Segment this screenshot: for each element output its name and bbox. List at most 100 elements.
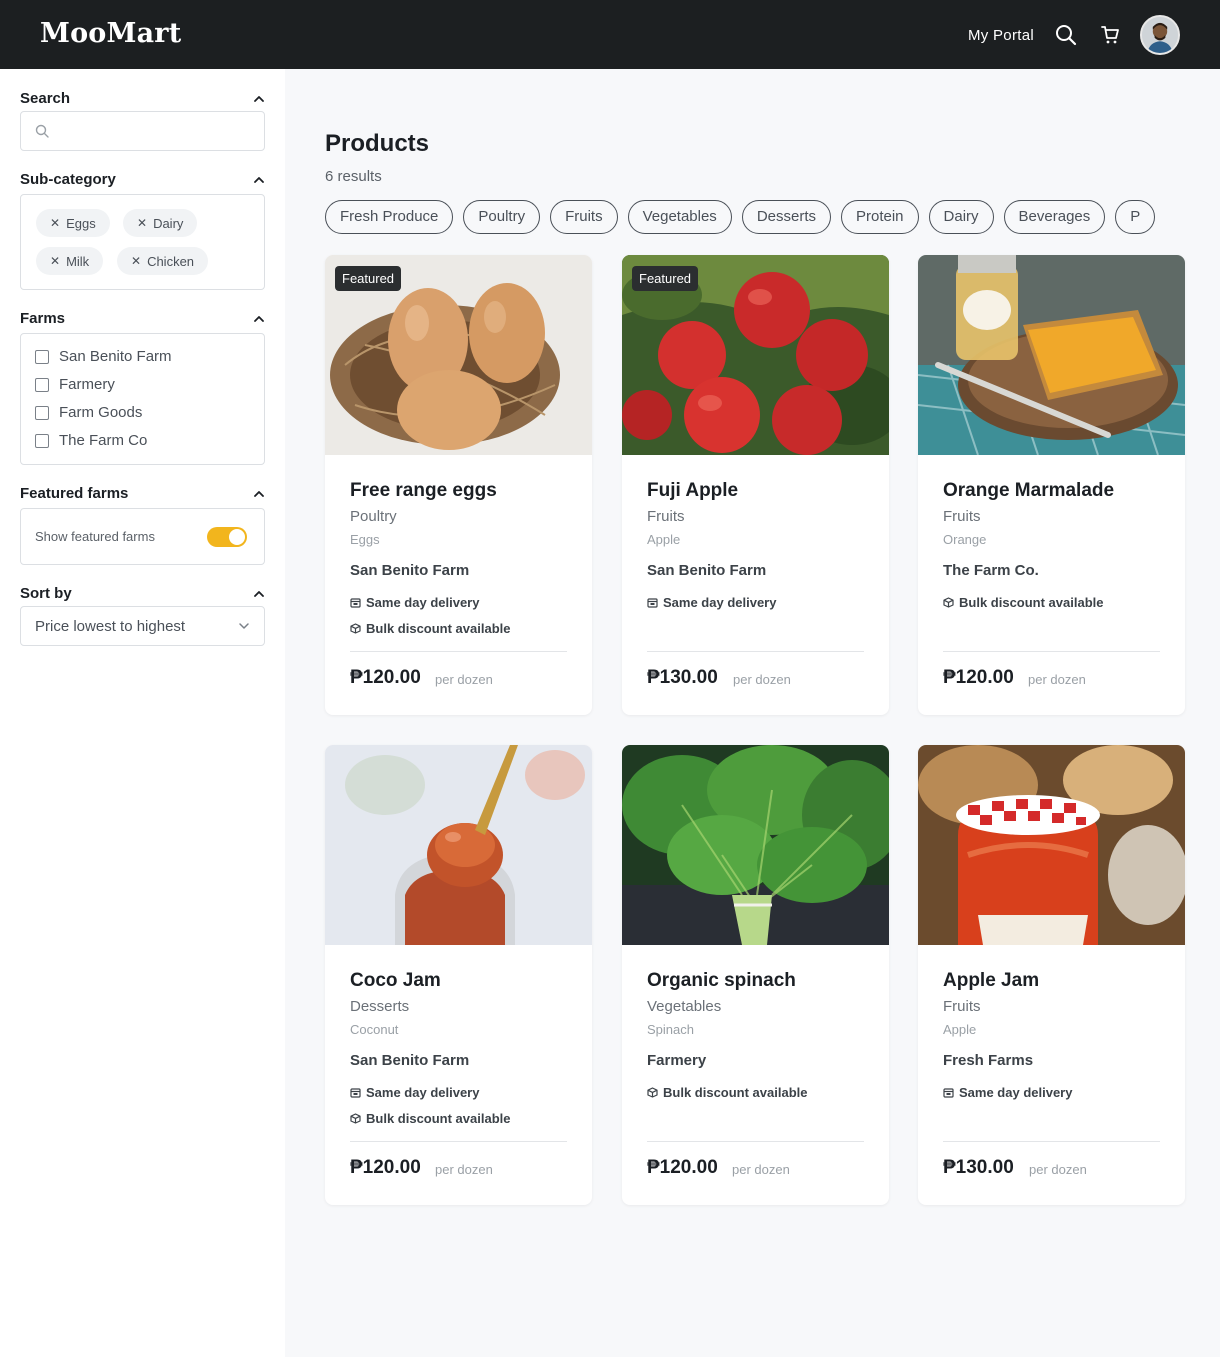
product-farm: Farmery [647,1052,707,1069]
pill-protein[interactable]: Protein [841,200,919,234]
farm-option-label: San Benito Farm [59,348,172,365]
product-name[interactable]: Apple Jam [943,970,1039,992]
divider [350,1141,567,1142]
product-image [622,745,889,945]
checkbox[interactable] [35,433,49,448]
sort-section-header[interactable]: Sort by [20,585,265,602]
search-section-title: Search [20,90,71,107]
feature-label: Bulk discount available [366,1111,511,1126]
product-price: ₱120.00 [350,667,421,688]
product-category: Poultry [350,508,397,525]
product-subcategory: Orange [943,532,987,547]
product-category: Desserts [350,998,410,1015]
product-price: ₱130.00 [943,1157,1014,1178]
pill-poultry[interactable]: Poultry [463,200,541,234]
chevron-up-icon[interactable] [253,93,265,105]
farms-section-title: Farms [20,310,66,327]
farm-option-san-benito[interactable]: San Benito Farm [35,348,172,365]
chevron-up-icon[interactable] [253,313,265,325]
checkbox[interactable] [35,349,49,364]
logo[interactable]: MooMart [40,18,181,49]
remove-icon[interactable]: ✕ [50,254,60,268]
product-subcategory: Eggs [350,532,380,547]
product-card[interactable]: Featured Free range eggs Poultry Eggs Sa… [325,255,592,715]
header-actions: My Portal [968,14,1180,56]
search-field[interactable] [20,111,265,151]
chevron-up-icon[interactable] [253,488,265,500]
chip-label: Chicken [147,253,195,269]
pill-vegetables[interactable]: Vegetables [627,200,732,234]
search-section-header[interactable]: Search [20,90,265,107]
products-main: Products 6 results Fresh Produce Poultry F… [285,69,1220,1357]
feature-label: Same day delivery [959,1085,1073,1100]
product-card[interactable]: Apple Jam Fruits Apple Fresh Farms Same … [918,745,1185,1205]
calendar-icon [350,1088,361,1098]
product-name[interactable]: Fuji Apple [647,480,738,502]
product-farm: San Benito Farm [350,562,470,579]
feature-label: Bulk discount available [366,621,511,636]
product-name[interactable]: Free range eggs [350,480,497,502]
pill-fresh-produce[interactable]: Fresh Produce [325,200,454,234]
chip-milk[interactable]: ✕ Milk [36,247,104,275]
avatar[interactable] [1140,15,1180,55]
product-name[interactable]: Organic spinach [647,970,796,992]
featured-farms-section-title: Featured farms [20,485,129,502]
feature-label: Bulk discount available [959,595,1104,610]
featured-badge: Featured [632,266,699,291]
search-input[interactable] [59,123,239,139]
product-name[interactable]: Orange Marmalade [943,480,1114,502]
subcategory-section-header[interactable]: Sub-category [20,171,265,188]
my-portal-link[interactable]: My Portal [968,27,1034,44]
product-category: Fruits [943,998,981,1015]
product-card[interactable]: Organic spinach Vegetables Spinach Farme… [622,745,889,1205]
category-pills: Fresh Produce Poultry Fruits Vegetables Dess… [325,200,1185,236]
filters-sidebar: Search Sub-category ✕ Eggs ✕ Dairy ✕ Milk ✕… [0,69,285,1357]
box-icon [943,597,954,608]
product-farm: The Farm Co. [943,562,1039,579]
cart-icon[interactable] [1096,21,1124,49]
product-card[interactable]: Orange Marmalade Fruits Orange The Farm … [918,255,1185,715]
divider [943,1141,1160,1142]
product-farm: Fresh Farms [943,1052,1034,1069]
product-category: Vegetables [647,998,722,1015]
feature-bulk-discount: Bulk discount available [943,595,1104,610]
chip-chicken[interactable]: ✕ Chicken [117,247,209,275]
product-card[interactable]: Featured Fuji Apple Fruits Apple San Ben… [622,255,889,715]
product-image [918,745,1185,945]
product-price: ₱130.00 [647,667,718,688]
box-icon [350,1113,361,1124]
remove-icon[interactable]: ✕ [131,254,141,268]
product-card[interactable]: Coco Jam Desserts Coconut San Benito Far… [325,745,592,1205]
product-subcategory: Apple [647,532,681,547]
search-icon[interactable] [1052,21,1080,49]
farms-section-header[interactable]: Farms [20,310,265,327]
chip-label: Dairy [153,215,184,231]
remove-icon[interactable]: ✕ [50,216,60,230]
feature-label: Same day delivery [366,1085,480,1100]
feature-label: Same day delivery [663,595,777,610]
chip-eggs[interactable]: ✕ Eggs [36,209,110,237]
farm-option-farmery[interactable]: Farmery [35,376,115,393]
pill-dairy[interactable]: Dairy [928,200,994,234]
checkbox[interactable] [35,405,49,420]
farm-option-farm-goods[interactable]: Farm Goods [35,404,142,421]
pill-truncated[interactable]: P [1115,200,1156,234]
sort-selected-value: Price lowest to highest [35,617,186,635]
pill-fruits[interactable]: Fruits [550,200,618,234]
featured-badge: Featured [335,266,402,291]
price-unit: per dozen [435,672,493,687]
pill-beverages[interactable]: Beverages [1003,200,1106,234]
featured-farms-toggle[interactable] [207,527,247,547]
product-name[interactable]: Coco Jam [350,970,441,992]
chevron-up-icon[interactable] [253,588,265,600]
featured-farms-section-header[interactable]: Featured farms [20,485,265,502]
checkbox[interactable] [35,377,49,392]
calendar-icon [350,598,361,608]
pill-desserts[interactable]: Desserts [741,200,831,234]
farm-option-label: Farmery [59,376,115,393]
chevron-up-icon[interactable] [253,174,265,186]
chip-dairy[interactable]: ✕ Dairy [123,209,198,237]
sort-select[interactable]: Price lowest to highest [20,606,265,646]
farm-option-the-farm-co[interactable]: The Farm Co [35,432,147,449]
remove-icon[interactable]: ✕ [137,216,147,230]
